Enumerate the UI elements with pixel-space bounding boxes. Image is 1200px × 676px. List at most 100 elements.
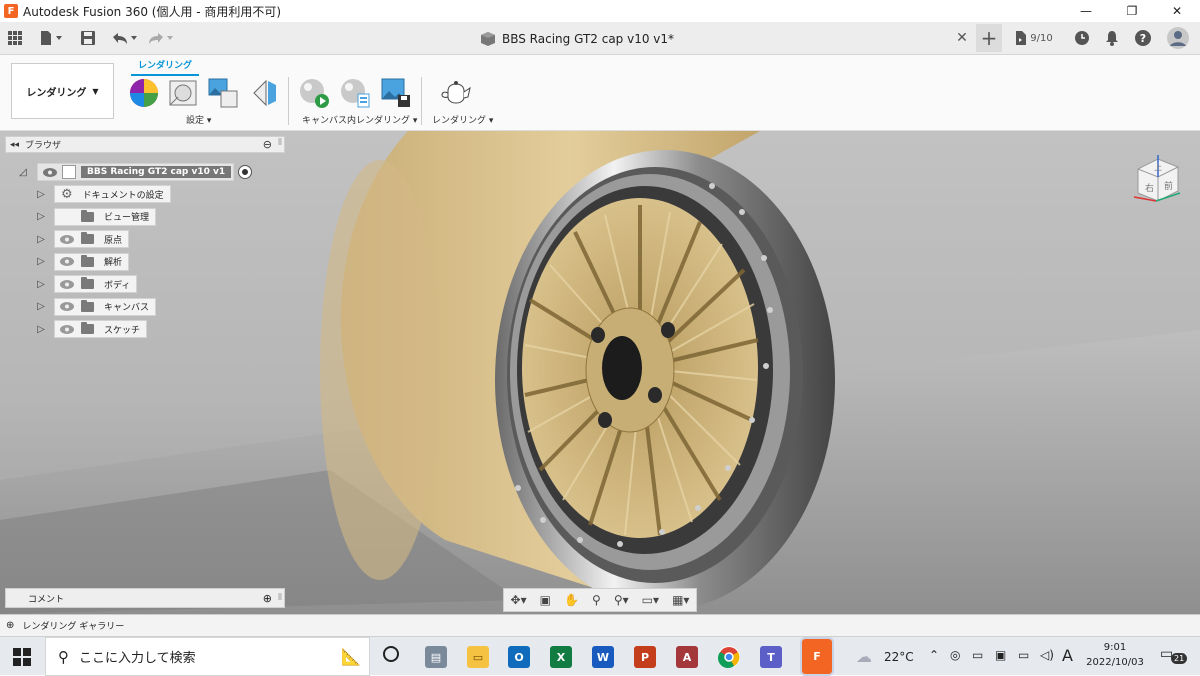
decal-icon[interactable] — [248, 77, 280, 109]
panel-grip-icon[interactable]: ⦀ — [278, 138, 282, 148]
visibility-eye-icon[interactable] — [59, 234, 75, 244]
root-component-label: BBS Racing GT2 cap v10 v1 — [81, 166, 232, 178]
access-icon[interactable]: A — [676, 646, 698, 668]
zoom-icon[interactable]: ⚲ — [592, 593, 601, 607]
look-at-icon[interactable]: ▣ — [540, 593, 551, 607]
texture-map-icon[interactable] — [207, 77, 239, 109]
save-icon[interactable] — [80, 29, 96, 47]
task-view-icon[interactable] — [383, 646, 399, 662]
scene-settings-icon[interactable] — [167, 77, 199, 109]
teapot-render-icon[interactable] — [440, 77, 472, 109]
browser-item[interactable]: ▷ 原点 — [36, 230, 130, 248]
workspace-switcher[interactable]: レンダリング ▼ — [11, 63, 114, 119]
network-icon[interactable]: ▭ — [1018, 648, 1029, 662]
expand-triangle-icon[interactable]: ▷ — [36, 301, 46, 312]
visibility-eye-icon[interactable] — [59, 212, 75, 222]
group-in-canvas-render[interactable]: キャンバス内レンダリング ▾ — [302, 113, 417, 126]
fusion-icon[interactable]: F — [800, 637, 834, 676]
add-comment-icon[interactable]: ⊕ — [263, 592, 272, 605]
canvas-viewport[interactable]: 右 前 上 — [0, 131, 1200, 614]
in-canvas-settings-icon[interactable] — [339, 77, 371, 109]
orbit-icon[interactable]: ✥▾ — [511, 593, 527, 607]
expand-triangle-icon[interactable]: ◿ — [18, 167, 28, 178]
app-icon-explorer-alt[interactable]: ▤ — [425, 646, 447, 668]
notification-center-icon[interactable]: ▭ 21 — [1160, 646, 1188, 666]
tray-chevron-icon[interactable]: ⌃ — [929, 648, 939, 662]
notification-bell-icon[interactable] — [1103, 29, 1121, 47]
visibility-eye-icon[interactable] — [59, 302, 75, 312]
word-icon[interactable]: W — [592, 646, 614, 668]
user-avatar[interactable] — [1166, 26, 1190, 50]
rendering-gallery-bar[interactable]: ⊕ レンダリング ギャラリー — [0, 614, 1200, 636]
display-settings-icon[interactable]: ▭▾ — [642, 593, 659, 607]
excel-icon[interactable]: X — [550, 646, 572, 668]
visibility-eye-icon[interactable] — [42, 167, 58, 177]
expand-triangle-icon[interactable]: ▷ — [36, 279, 46, 290]
browser-item[interactable]: ▷ ⚙ ドキュメントの設定 — [36, 185, 171, 203]
volume-icon[interactable]: ◁) — [1040, 648, 1054, 662]
minimize-button[interactable]: — — [1063, 0, 1109, 22]
visibility-eye-icon[interactable] — [59, 279, 75, 289]
expand-gallery-icon[interactable]: ⊕ — [6, 620, 14, 631]
visibility-eye-icon[interactable] — [59, 257, 75, 267]
view-cube[interactable]: 右 前 上 — [1128, 151, 1188, 207]
visibility-eye-icon[interactable] — [59, 324, 75, 334]
grid-settings-icon[interactable]: ▦▾ — [672, 593, 689, 607]
capture-image-icon[interactable] — [380, 77, 412, 109]
expand-triangle-icon[interactable]: ▷ — [36, 234, 46, 245]
pan-hand-icon[interactable]: ✋ — [564, 593, 579, 607]
browser-item[interactable]: ▷ ビュー管理 — [36, 207, 157, 226]
browser-panel-header: ◂◂ ブラウザ ⊖ ⦀ — [5, 136, 285, 153]
taskbar-search-box[interactable]: ⚲ ここに入力して検索 📐 — [45, 637, 370, 676]
close-window-button[interactable]: ✕ — [1154, 0, 1200, 22]
browser-minimize-icon[interactable]: ⊖ — [263, 138, 272, 151]
powerpoint-icon[interactable]: P — [634, 646, 656, 668]
browser-item[interactable]: ▷ ボディ — [36, 275, 138, 293]
browser-item[interactable]: ▷ スケッチ — [36, 320, 148, 338]
file-menu-icon[interactable] — [38, 29, 66, 47]
wheel-model — [0, 131, 1200, 614]
teams-icon[interactable]: T — [760, 646, 782, 668]
activate-radio-icon[interactable] — [238, 165, 253, 179]
undo-icon[interactable] — [110, 29, 140, 47]
expand-triangle-icon[interactable]: ▷ — [36, 189, 46, 200]
clock-icon[interactable] — [1073, 29, 1091, 47]
fit-icon[interactable]: ⚲▾ — [614, 593, 629, 607]
folder-icon — [81, 254, 94, 267]
weather-temp[interactable]: 22°C — [884, 650, 914, 664]
ime-indicator[interactable]: A — [1062, 646, 1073, 665]
document-title: BBS Racing GT2 cap v10 v1* — [502, 32, 675, 46]
clock[interactable]: 9:01 2022/10/03 — [1080, 640, 1150, 670]
appearance-icon[interactable] — [128, 77, 160, 109]
maximize-button[interactable]: ❐ — [1109, 0, 1155, 22]
expand-triangle-icon[interactable]: ▷ — [36, 256, 46, 267]
document-tab[interactable]: BBS Racing GT2 cap v10 v1* — [480, 31, 674, 47]
weather-cloud-icon[interactable]: ☁ — [856, 647, 872, 666]
chrome-icon[interactable] — [718, 646, 740, 668]
expand-triangle-icon[interactable]: ▷ — [36, 211, 46, 222]
toolbar: レンダリング ▼ レンダリング 設定 ▾ キャンバス内レンダリング ▾ レンダリ… — [0, 55, 1200, 131]
tray-display-icon[interactable]: ▣ — [995, 648, 1006, 662]
windows-start-icon[interactable] — [13, 648, 31, 666]
tray-onedrive-icon[interactable]: ▭ — [972, 648, 983, 662]
group-setup[interactable]: 設定 ▾ — [186, 113, 211, 126]
svg-text:?: ? — [1140, 32, 1146, 45]
redo-icon[interactable] — [146, 29, 176, 47]
new-tab-button[interactable]: + — [976, 24, 1002, 52]
expand-triangle-icon[interactable]: ▷ — [36, 324, 46, 335]
panel-grip-icon[interactable]: ⦀ — [278, 593, 282, 603]
app-grid-icon[interactable] — [7, 29, 23, 47]
in-canvas-render-icon[interactable] — [298, 77, 330, 109]
tab-rendering[interactable]: レンダリング — [131, 58, 199, 76]
close-tab-button[interactable]: ✕ — [954, 29, 970, 47]
browser-item[interactable]: ▷ キャンバス — [36, 297, 157, 316]
browser-root-row[interactable]: ◿ BBS Racing GT2 cap v10 v1 — [18, 163, 253, 181]
tray-meet-icon[interactable]: ◎ — [950, 648, 960, 662]
group-render[interactable]: レンダリング ▾ — [432, 113, 493, 126]
job-status-button[interactable]: 9/10 — [1012, 29, 1056, 47]
collapse-panel-icon[interactable]: ◂◂ — [10, 140, 19, 150]
help-icon[interactable]: ? — [1134, 29, 1152, 47]
outlook-icon[interactable]: O — [508, 646, 530, 668]
browser-item[interactable]: ▷ 解析 — [36, 252, 130, 271]
file-explorer-icon[interactable]: ▭ — [467, 646, 489, 668]
